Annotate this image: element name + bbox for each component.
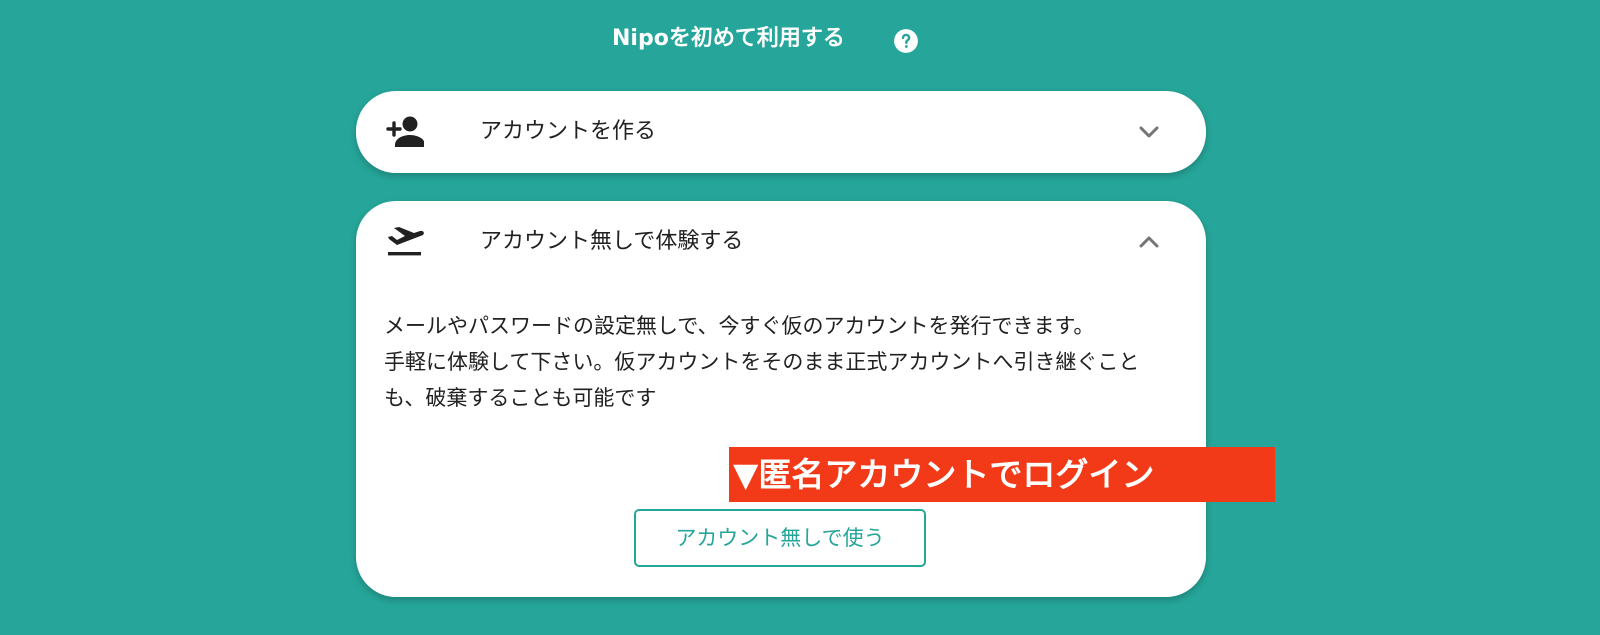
trial-account-header[interactable]: アカウント無しで体験する	[356, 201, 1206, 283]
flight-takeoff-icon	[388, 227, 424, 256]
create-account-header[interactable]: アカウントを作る	[356, 91, 1206, 173]
help-circle-icon[interactable]	[893, 28, 919, 54]
description-line-2: 手軽に体験して下さい。仮アカウントをそのまま正式アカウントへ引き継ぐことも、破棄…	[384, 350, 1140, 410]
trial-account-panel: アカウント無しで体験する メールやパスワードの設定無しで、今すぐ仮のアカウントを…	[356, 201, 1206, 597]
trial-account-title: アカウント無しで体験する	[480, 229, 744, 254]
chevron-down-icon	[1139, 126, 1159, 138]
use-without-account-button[interactable]: アカウント無しで使う	[634, 509, 926, 567]
person-add-icon	[386, 116, 424, 147]
trial-account-description: メールやパスワードの設定無しで、今すぐ仮のアカウントを発行できます。 手軽に体験…	[384, 308, 1174, 416]
page-title: Nipoを初めて利用する	[612, 26, 845, 51]
page-header: Nipoを初めて利用する	[0, 22, 1600, 56]
anonymous-login-annotation: ▼匿名アカウントでログイン	[729, 447, 1275, 502]
description-line-1: メールやパスワードの設定無しで、今すぐ仮のアカウントを発行できます。	[384, 314, 1095, 338]
chevron-up-icon	[1139, 236, 1159, 248]
create-account-title: アカウントを作る	[480, 119, 657, 144]
create-account-panel: アカウントを作る	[356, 91, 1206, 173]
